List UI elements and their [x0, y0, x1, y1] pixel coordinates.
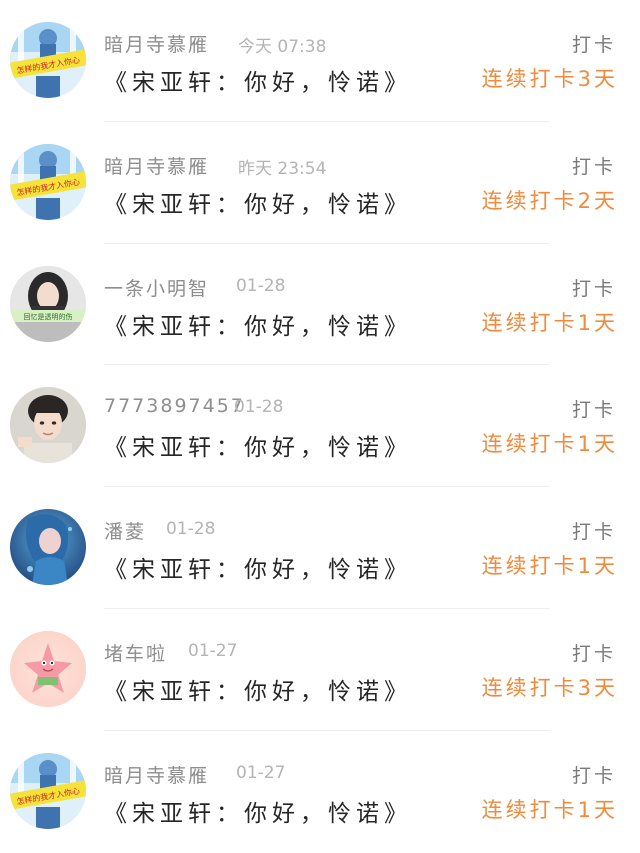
- list-item[interactable]: 回忆是透明的伤 一条小明智 01-28 《宋亚轩：你好，怜诺》 打卡 连续打卡1…: [0, 244, 640, 366]
- streak-label: 连续打卡1天: [481, 432, 618, 457]
- mermaid-avatar-icon[interactable]: [10, 509, 86, 586]
- streak-label: 连续打卡1天: [481, 310, 618, 335]
- timestamp: 01-27: [188, 640, 238, 661]
- checkin-content[interactable]: 《宋亚轩：你好，怜诺》: [104, 794, 412, 828]
- timestamp: 昨天 23:54: [238, 158, 327, 179]
- list-item[interactable]: 怎样的我才入你心 暗月寺慕雁 昨天 23:54 《宋亚轩：你好，怜诺》 打卡 连…: [0, 122, 640, 244]
- timestamp: 01-28: [234, 397, 284, 418]
- timestamp: 01-28: [166, 519, 216, 540]
- username[interactable]: 暗月寺慕雁: [104, 152, 209, 179]
- checkin-feed: 怎样的我才入你心 暗月寺慕雁 今天 07:38 《宋亚轩：你好，怜诺》 打卡 连…: [0, 0, 640, 853]
- anime-banner-avatar-icon[interactable]: 怎样的我才入你心: [10, 752, 86, 829]
- checkin-action-label: 打卡: [571, 642, 616, 665]
- portrait-banner-avatar-icon[interactable]: 回忆是透明的伤: [10, 265, 86, 342]
- list-item[interactable]: 7773897457 01-28 《宋亚轩：你好，怜诺》 打卡 连续打卡1天: [0, 365, 640, 488]
- list-item[interactable]: 堵车啦 01-27 《宋亚轩：你好，怜诺》 打卡 连续打卡3天: [0, 609, 640, 731]
- checkin-action-label: 打卡: [571, 764, 616, 787]
- checkin-content[interactable]: 《宋亚轩：你好，怜诺》: [104, 307, 412, 341]
- username[interactable]: 7773897457: [104, 395, 245, 417]
- streak-label: 连续打卡2天: [481, 188, 618, 213]
- username[interactable]: 一条小明智: [104, 274, 209, 301]
- checkin-content[interactable]: 《宋亚轩：你好，怜诺》: [104, 550, 412, 584]
- streak-label: 连续打卡1天: [481, 797, 618, 822]
- streak-label: 连续打卡3天: [481, 67, 618, 91]
- checkin-action-label: 打卡: [571, 34, 616, 56]
- username[interactable]: 暗月寺慕雁: [104, 30, 209, 57]
- timestamp: 01-28: [236, 275, 286, 296]
- checkin-content[interactable]: 《宋亚轩：你好，怜诺》: [104, 428, 412, 462]
- boy-portrait-avatar-icon[interactable]: [10, 387, 86, 464]
- anime-banner-avatar-icon[interactable]: 怎样的我才入你心: [10, 22, 86, 98]
- checkin-action-label: 打卡: [571, 155, 616, 178]
- checkin-action-label: 打卡: [571, 277, 616, 300]
- avatar-banner-text: 回忆是透明的伤: [24, 312, 73, 321]
- starfish-avatar-icon[interactable]: [10, 630, 86, 707]
- username[interactable]: 潘菱: [104, 517, 146, 544]
- checkin-content[interactable]: 《宋亚轩：你好，怜诺》: [104, 672, 412, 706]
- list-item[interactable]: 怎样的我才入你心 暗月寺慕雁 01-27 《宋亚轩：你好，怜诺》 打卡 连续打卡…: [0, 731, 640, 853]
- checkin-action-label: 打卡: [571, 521, 616, 544]
- list-item[interactable]: 潘菱 01-28 《宋亚轩：你好，怜诺》 打卡 连续打卡1天: [0, 487, 640, 609]
- checkin-action-label: 打卡: [571, 399, 616, 422]
- username[interactable]: 暗月寺慕雁: [104, 761, 209, 788]
- username[interactable]: 堵车啦: [104, 639, 167, 666]
- streak-label: 连续打卡3天: [481, 675, 618, 700]
- checkin-content[interactable]: 《宋亚轩：你好，怜诺》: [104, 63, 412, 97]
- checkin-content[interactable]: 《宋亚轩：你好，怜诺》: [104, 185, 412, 219]
- timestamp: 今天 07:38: [238, 37, 327, 57]
- anime-banner-avatar-icon[interactable]: 怎样的我才入你心: [10, 143, 86, 220]
- timestamp: 01-27: [236, 762, 286, 783]
- streak-label: 连续打卡1天: [481, 554, 618, 579]
- list-item[interactable]: 怎样的我才入你心 暗月寺慕雁 今天 07:38 《宋亚轩：你好，怜诺》 打卡 连…: [0, 0, 640, 122]
